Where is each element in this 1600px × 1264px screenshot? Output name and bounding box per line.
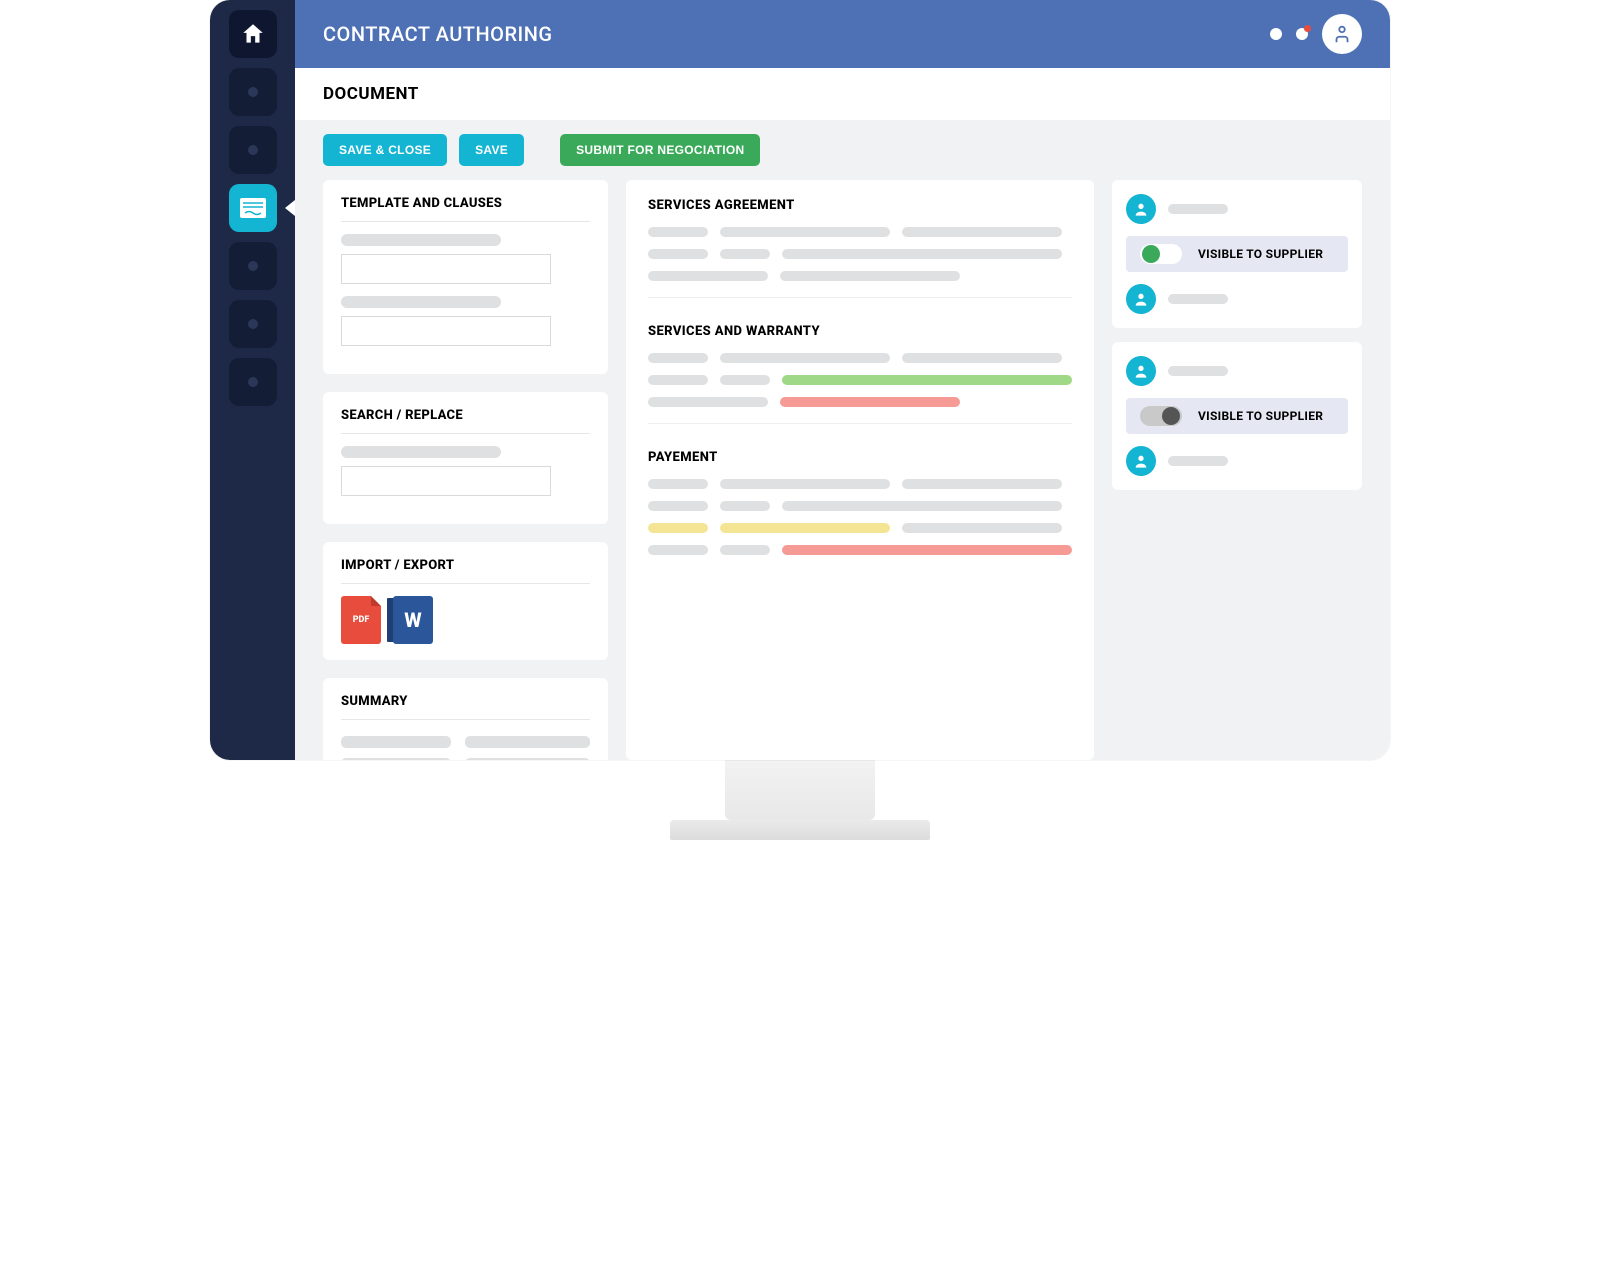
person-icon xyxy=(1133,453,1149,469)
field-label xyxy=(341,296,501,308)
search-input[interactable] xyxy=(341,466,551,496)
summary-panel: SUMMARY xyxy=(323,678,608,760)
collaborator-name xyxy=(1168,366,1228,376)
pdf-icon: PDF xyxy=(353,615,370,625)
collaborator-name xyxy=(1168,456,1228,466)
avatar xyxy=(1126,356,1156,386)
export-word-button[interactable]: W xyxy=(393,596,433,644)
field-label xyxy=(341,234,501,246)
visibility-label: VISIBLE TO SUPPLIER xyxy=(1198,247,1323,261)
search-replace-panel: SEARCH / REPLACE xyxy=(323,392,608,524)
user-avatar[interactable] xyxy=(1322,14,1362,54)
section-title: PAYEMENT xyxy=(648,450,1072,465)
visibility-toggle-row: VISIBLE TO SUPPLIER xyxy=(1126,398,1348,434)
dot-icon xyxy=(248,377,258,387)
person-icon xyxy=(1133,363,1149,379)
person-icon xyxy=(1133,201,1149,217)
person-icon xyxy=(1133,291,1149,307)
collaborator-row xyxy=(1126,446,1348,476)
nav-item-1[interactable] xyxy=(229,68,277,116)
field-label xyxy=(341,446,501,458)
document-icon xyxy=(239,197,267,219)
save-close-button[interactable]: SAVE & CLOSE xyxy=(323,134,447,166)
app-title: CONTRACT AUTHORING xyxy=(323,22,553,46)
collaborators-panel-2: VISIBLE TO SUPPLIER xyxy=(1112,342,1362,490)
monitor-stand xyxy=(725,760,875,820)
visibility-toggle[interactable] xyxy=(1140,406,1182,426)
home-icon xyxy=(240,21,266,47)
status-dot[interactable] xyxy=(1270,28,1282,40)
avatar xyxy=(1126,284,1156,314)
dot-icon xyxy=(248,87,258,97)
nav-item-2[interactable] xyxy=(229,126,277,174)
section-title: SERVICES AGREEMENT xyxy=(648,198,1072,213)
save-button[interactable]: SAVE xyxy=(459,134,524,166)
template-input-1[interactable] xyxy=(341,254,551,284)
avatar xyxy=(1126,194,1156,224)
visibility-toggle-row: VISIBLE TO SUPPLIER xyxy=(1126,236,1348,272)
collaborator-row xyxy=(1126,356,1348,386)
nav-item-6[interactable] xyxy=(229,358,277,406)
dot-icon xyxy=(248,319,258,329)
section-title: SERVICES AND WARRANTY xyxy=(648,324,1072,339)
doc-section: PAYEMENT xyxy=(648,450,1072,555)
summary-item xyxy=(341,736,451,748)
action-toolbar: SAVE & CLOSE SAVE SUBMIT FOR NEGOCIATION xyxy=(295,120,1390,176)
summary-item xyxy=(465,736,590,748)
summary-item xyxy=(341,758,451,760)
visibility-label: VISIBLE TO SUPPLIER xyxy=(1198,409,1323,423)
word-icon: W xyxy=(404,608,421,632)
nav-item-5[interactable] xyxy=(229,300,277,348)
nav-item-contract[interactable] xyxy=(229,184,277,232)
summary-title: SUMMARY xyxy=(341,694,590,720)
collaborator-row xyxy=(1126,284,1348,314)
page-title: DOCUMENT xyxy=(295,68,1390,120)
nav-home[interactable] xyxy=(229,10,277,58)
collaborator-row xyxy=(1126,194,1348,224)
document-editor: SERVICES AGREEMENT SERVICES AND WARRANTY xyxy=(626,180,1094,760)
templates-panel: TEMPLATE AND CLAUSES xyxy=(323,180,608,374)
export-pdf-button[interactable]: PDF xyxy=(341,596,381,644)
templates-title: TEMPLATE AND CLAUSES xyxy=(341,196,590,222)
search-replace-title: SEARCH / REPLACE xyxy=(341,408,590,434)
dot-icon xyxy=(248,261,258,271)
doc-section: SERVICES AGREEMENT xyxy=(648,198,1072,298)
collaborator-name xyxy=(1168,294,1228,304)
sidebar xyxy=(210,0,295,760)
monitor-base xyxy=(670,820,930,840)
doc-section: SERVICES AND WARRANTY xyxy=(648,324,1072,424)
notification-icon[interactable] xyxy=(1296,28,1308,40)
dot-icon xyxy=(248,145,258,155)
template-input-2[interactable] xyxy=(341,316,551,346)
collaborators-panel-1: VISIBLE TO SUPPLIER xyxy=(1112,180,1362,328)
import-export-panel: IMPORT / EXPORT PDF W xyxy=(323,542,608,660)
nav-item-4[interactable] xyxy=(229,242,277,290)
avatar xyxy=(1126,446,1156,476)
summary-item xyxy=(465,758,590,760)
visibility-toggle[interactable] xyxy=(1140,244,1182,264)
person-icon xyxy=(1331,23,1353,45)
import-export-title: IMPORT / EXPORT xyxy=(341,558,590,584)
collaborator-name xyxy=(1168,204,1228,214)
topbar: CONTRACT AUTHORING xyxy=(295,0,1390,68)
submit-button[interactable]: SUBMIT FOR NEGOCIATION xyxy=(560,134,760,166)
